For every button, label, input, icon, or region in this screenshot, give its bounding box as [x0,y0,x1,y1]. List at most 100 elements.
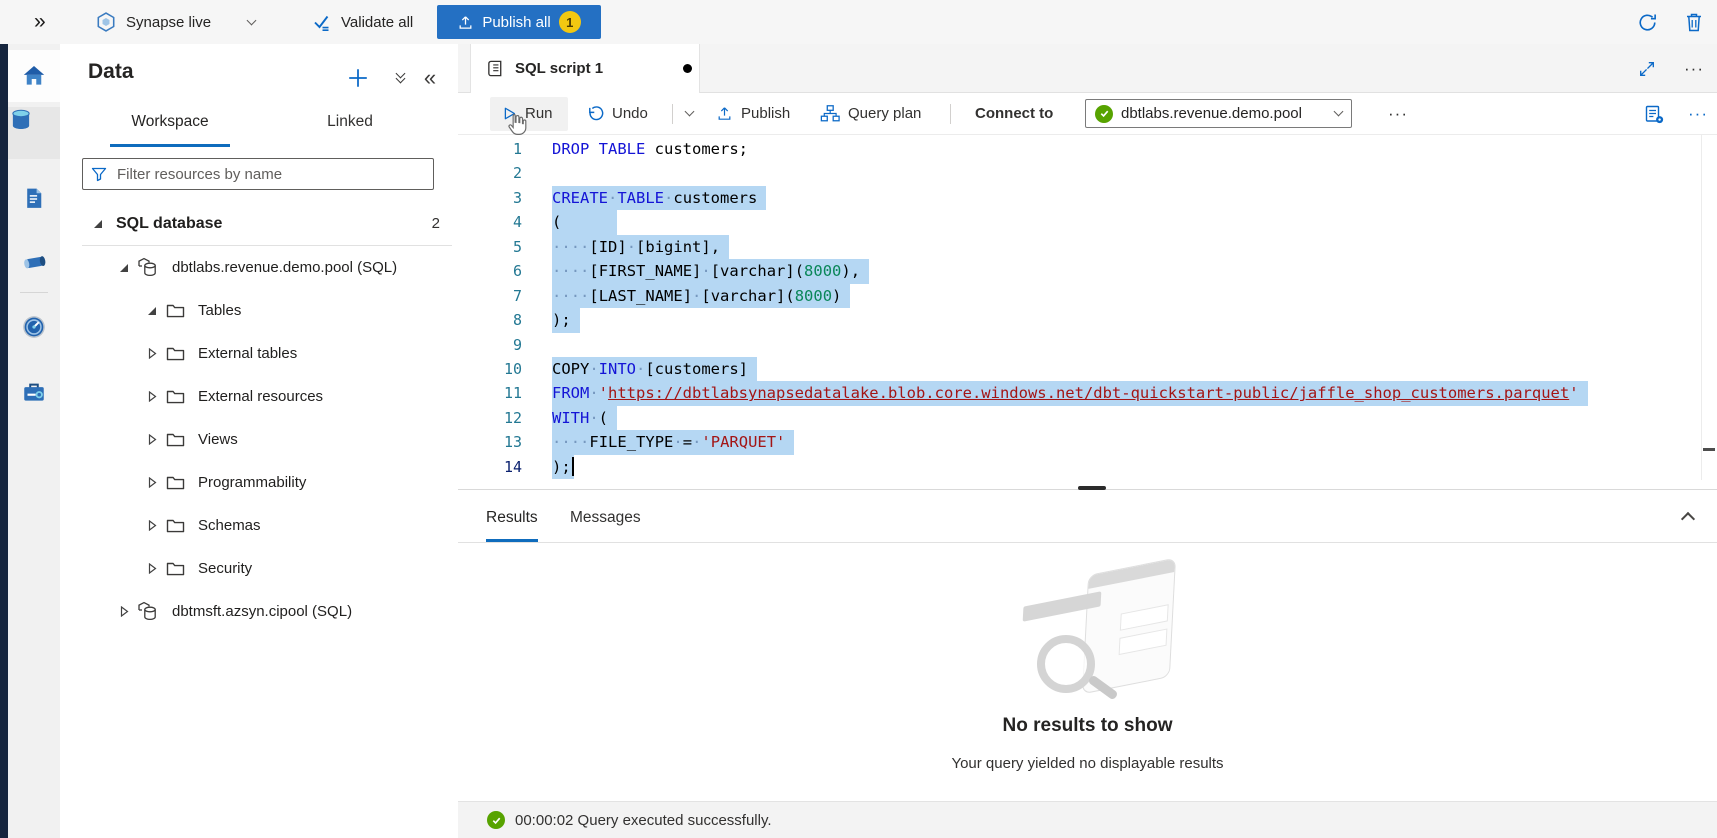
pool-select-dropdown[interactable]: dbtlabs.revenue.demo.pool [1085,99,1352,128]
tree-item-tables[interactable]: Tables [60,289,458,332]
develop-icon[interactable] [8,172,60,224]
tree-item-dbtmsft-azsyn-cipool-sql[interactable]: dbtmsft.azsyn.cipool (SQL) [60,590,458,633]
tab-more-actions[interactable]: ··· [1684,44,1704,93]
tree-item-views[interactable]: Views [60,418,458,461]
code-line[interactable]: 14); [458,455,1717,479]
line-number: 13 [458,430,522,454]
toolbar-more-actions[interactable]: ··· [1388,93,1408,134]
pool-online-icon [1095,105,1113,123]
tree-item-schemas[interactable]: Schemas [60,504,458,547]
twisty-collapsed-icon[interactable] [118,606,130,617]
tree-item-label: Programmability [198,474,306,491]
twisty-collapsed-icon[interactable] [146,520,158,531]
data-explorer-panel: Data « Workspace Linked SQL database2dbt… [60,44,459,838]
chevron-down-icon[interactable] [247,15,257,25]
expand-editor-icon[interactable] [1638,44,1656,93]
left-nav-rail [8,44,60,838]
magnifier-icon [1037,635,1095,693]
folder-icon [166,389,185,405]
line-number: 7 [458,284,522,308]
twisty-expanded-icon[interactable] [118,263,130,273]
mouse-hand-cursor [505,112,527,136]
tree-item-count: 2 [432,215,440,232]
code-line[interactable]: 10COPY·INTO·[customers] [458,357,1717,381]
query-plan-button[interactable]: Query plan [820,93,921,134]
synapse-hexagon-icon [95,11,117,33]
twisty-collapsed-icon[interactable] [146,563,158,574]
code-line[interactable]: 13····FILE_TYPE·=·'PARQUET' [458,430,1717,454]
line-number: 9 [458,333,522,357]
rail-divider [20,292,48,293]
code-line[interactable]: 12WITH·( [458,406,1717,430]
integrate-icon[interactable] [8,236,60,288]
collapse-menu-chevrons[interactable]: » [34,0,46,44]
collapse-panel-icon[interactable]: « [416,64,444,92]
line-number: 14 [458,455,522,479]
twisty-collapsed-icon[interactable] [146,434,158,445]
code-line[interactable]: 7····[LAST_NAME]·[varchar](8000) [458,284,1717,308]
code-line[interactable]: 8); [458,308,1717,332]
discard-trash-button[interactable] [1684,0,1704,44]
undo-button[interactable]: Undo [586,93,648,134]
tab-linked[interactable]: Linked [290,104,410,147]
twisty-collapsed-icon[interactable] [146,391,158,402]
add-resource-icon[interactable] [344,64,372,92]
tree-item-label: SQL database [116,215,222,233]
tab-workspace[interactable]: Workspace [110,104,230,147]
home-icon[interactable] [8,50,60,102]
line-number: 3 [458,186,522,210]
publish-button[interactable]: Publish [716,93,790,134]
twisty-expanded-icon[interactable] [92,219,104,229]
tree-item-external-tables[interactable]: External tables [60,332,458,375]
tab-messages[interactable]: Messages [570,498,641,542]
sql-code-editor[interactable]: 1DROP TABLE customers;23CREATE·TABLE·cus… [458,135,1717,480]
refresh-button[interactable] [1637,0,1658,44]
line-number: 6 [458,259,522,283]
empty-results-subtitle: Your query yielded no displayable result… [458,755,1717,772]
editor-tab-bar: SQL script 1 ··· [458,44,1717,93]
collapse-results-chevron[interactable] [1676,504,1700,528]
publish-all-button[interactable]: Publish all 1 [437,5,601,39]
expand-all-icon[interactable] [386,64,414,92]
tree-item-label: External resources [198,388,323,405]
validate-icon [312,12,332,32]
code-line[interactable]: 3CREATE·TABLE·customers [458,186,1717,210]
validate-all-button[interactable]: Validate all [312,0,413,44]
toolbar-separator [950,104,951,124]
properties-icon[interactable] [1644,93,1664,134]
status-message: 00:00:02 Query executed successfully. [515,812,772,829]
twisty-expanded-icon[interactable] [146,306,158,316]
code-line[interactable]: 11FROM·'https://dbtlabsynapsedatalake.bl… [458,381,1717,405]
code-line[interactable]: 9 [458,333,1717,357]
code-line[interactable]: 4( [458,210,1717,234]
line-number: 5 [458,235,522,259]
tree-item-sql-database[interactable]: SQL database 2 [60,202,458,245]
editor-more-actions[interactable]: ··· [1688,93,1708,134]
code-line[interactable]: 2 [458,161,1717,185]
line-number: 4 [458,210,522,234]
tree-item-security[interactable]: Security [60,547,458,590]
run-options-chevron[interactable] [686,93,693,134]
code-line[interactable]: 1DROP TABLE customers; [458,137,1717,161]
upload-icon [457,14,474,31]
main-pane: SQL script 1 ··· Run Undo Publis [458,44,1717,838]
tab-results[interactable]: Results [486,498,538,542]
filter-resources-input[interactable] [115,165,425,184]
tab-sql-script-1[interactable]: SQL script 1 [470,44,700,93]
tree-item-dbtlabs-revenue-demo-pool-sql[interactable]: dbtlabs.revenue.demo.pool (SQL) [60,246,458,289]
line-number: 10 [458,357,522,381]
twisty-collapsed-icon[interactable] [146,348,158,359]
code-line[interactable]: 5····[ID]·[bigint], [458,235,1717,259]
tree-item-external-resources[interactable]: External resources [60,375,458,418]
data-icon[interactable] [8,107,60,159]
synapse-studio-window: » Synapse live Validate all Publish all … [0,0,1717,838]
top-command-bar: » Synapse live Validate all Publish all … [0,0,1717,45]
twisty-collapsed-icon[interactable] [146,477,158,488]
tree-item-programmability[interactable]: Programmability [60,461,458,504]
code-line[interactable]: 6····[FIRST_NAME]·[varchar](8000), [458,259,1717,283]
synapse-live-selector[interactable]: Synapse live [95,0,255,44]
monitor-icon[interactable] [8,301,60,353]
results-tab-bar: Results Messages [458,490,1717,543]
manage-icon[interactable] [8,366,60,418]
filter-box [82,158,434,190]
